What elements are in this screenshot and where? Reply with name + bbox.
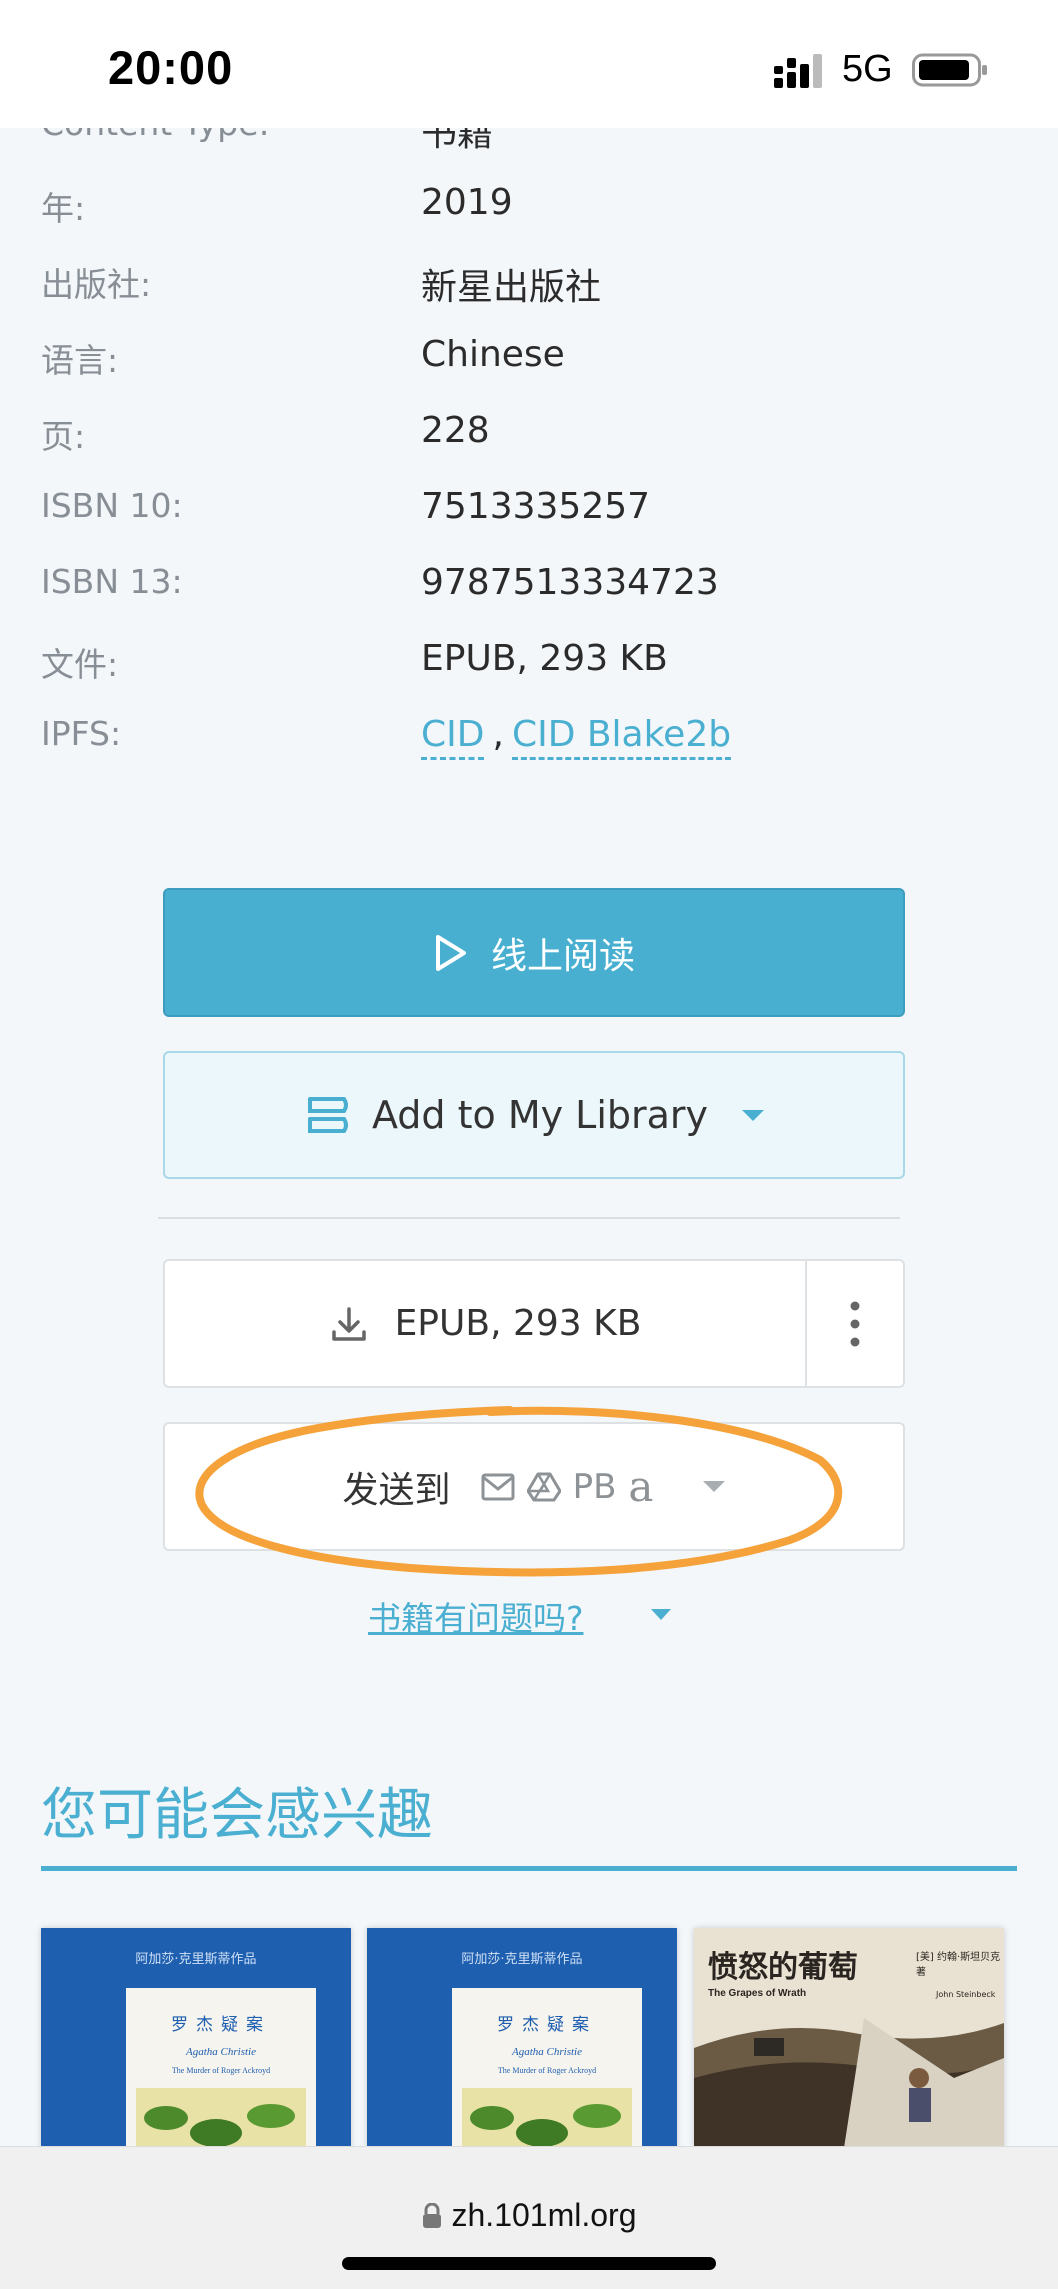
book-author: Agatha Christie <box>186 2046 256 2058</box>
detail-row-language: 语言: Chinese <box>0 334 1058 394</box>
book-subtitle: The Grapes of Wrath <box>708 1988 807 1999</box>
detail-label: ISBN 10: <box>41 486 183 525</box>
floral-pattern-image <box>136 2088 306 2148</box>
battery-icon <box>912 53 987 87</box>
book-author-en: John Steinbeck <box>936 1990 996 1999</box>
detail-row-year: 年: 2019 <box>0 182 1058 242</box>
detail-row-file: 文件: EPUB, 293 KB <box>0 638 1058 698</box>
url-display[interactable]: zh.101ml.org <box>0 2197 1058 2234</box>
detail-row-pages: 页: 228 <box>0 410 1058 470</box>
chevron-down-icon[interactable] <box>742 1109 765 1121</box>
book-author: [美] 约翰·斯坦贝克 著 <box>916 1952 1001 1978</box>
recommendations-title: 您可能会感兴趣 <box>41 1783 433 1848</box>
book-cover-panel: 罗杰疑案 Agatha Christie The Murder of Roger… <box>452 1988 642 2148</box>
book-cover-panel: 罗杰疑案 Agatha Christie The Murder of Roger… <box>126 1988 316 2148</box>
library-icon <box>307 1097 348 1133</box>
amazon-icon: a <box>628 1462 654 1511</box>
detail-label: 文件: <box>41 645 119 684</box>
detail-row-isbn13: ISBN 13: 9787513334723 <box>0 562 1058 622</box>
book-title: 罗杰疑案 <box>171 2015 271 2035</box>
chevron-down-icon[interactable] <box>651 1609 671 1620</box>
book-subtitle: The Murder of Roger Ackroyd <box>171 2066 271 2075</box>
more-options-button[interactable] <box>807 1261 903 1386</box>
ipfs-separator: , <box>492 714 504 755</box>
url-text: zh.101ml.org <box>451 2197 637 2233</box>
read-online-button[interactable]: 线上阅读 <box>163 888 905 1017</box>
add-to-library-label: Add to My Library <box>371 1093 709 1137</box>
email-icon <box>481 1473 515 1500</box>
browser-url-bar[interactable]: zh.101ml.org <box>0 2146 1058 2289</box>
play-icon <box>435 934 466 971</box>
detail-label: Content Type: <box>41 128 270 143</box>
detail-label: IPFS: <box>41 714 122 753</box>
divider <box>158 1217 900 1219</box>
download-label: EPUB, 293 KB <box>394 1303 642 1344</box>
book-title: 罗杰疑案 <box>497 2015 597 2035</box>
book-problem-link[interactable]: 书籍有问题吗? <box>368 1592 584 1640</box>
detail-label: 页: <box>41 417 86 456</box>
send-to-button[interactable]: 发送到 PB a <box>163 1422 905 1551</box>
send-to-label: 发送到 <box>342 1469 451 1511</box>
detail-row-publisher: 出版社: 新星出版社 <box>0 258 1058 318</box>
send-targets: PB a <box>481 1462 654 1511</box>
book-subtitle: The Murder of Roger Ackroyd <box>497 2066 597 2075</box>
detail-row-ipfs: IPFS: CID, CID Blake2b <box>0 714 1058 774</box>
ipfs-cid-blake2b-link[interactable]: CID Blake2b <box>511 714 732 760</box>
detail-row-isbn10: ISBN 10: 7513335257 <box>0 486 1058 546</box>
download-button-group: EPUB, 293 KB <box>163 1259 905 1388</box>
detail-value: 228 <box>421 410 490 451</box>
google-drive-icon <box>526 1472 561 1501</box>
book-cover[interactable]: 阿加莎·克里斯蒂作品 罗杰疑案 Agatha Christie The Murd… <box>367 1928 677 2148</box>
status-bar: 20:00 5G <box>0 0 1058 128</box>
detail-value: 2019 <box>421 182 513 223</box>
detail-value: EPUB, 293 KB <box>421 638 668 679</box>
status-time: 20:00 <box>108 41 234 94</box>
detail-label: ISBN 13: <box>41 562 183 601</box>
detail-value: 书籍 <box>421 128 494 150</box>
signal-icon <box>774 54 822 88</box>
book-series: 阿加莎·克里斯蒂作品 <box>461 1952 583 1967</box>
detail-label: 语言: <box>41 341 119 380</box>
home-indicator[interactable] <box>342 2257 716 2270</box>
book-cover[interactable]: 愤怒的葡萄 The Grapes of Wrath [美] 约翰·斯坦贝克 著 … <box>694 1928 1004 2148</box>
book-cover[interactable]: 阿加莎·克里斯蒂作品 罗杰疑案 Agatha Christie The Murd… <box>41 1928 351 2148</box>
download-icon <box>331 1306 366 1341</box>
detail-label: 年: <box>41 189 86 228</box>
book-author: Agatha Christie <box>512 2046 582 2058</box>
detail-label: 出版社: <box>41 265 152 304</box>
detail-value: 7513335257 <box>421 486 651 527</box>
more-vertical-icon <box>850 1301 860 1346</box>
lock-icon <box>422 2203 441 2228</box>
detail-value: 新星出版社 <box>421 267 602 308</box>
section-divider <box>41 1866 1017 1871</box>
detail-value: Chinese <box>421 334 565 375</box>
download-button[interactable]: EPUB, 293 KB <box>165 1261 807 1386</box>
add-to-library-button[interactable]: Add to My Library <box>163 1051 905 1179</box>
ipfs-cid-link[interactable]: CID <box>421 714 485 760</box>
chevron-down-icon[interactable] <box>703 1481 726 1492</box>
read-online-label: 线上阅读 <box>490 935 635 977</box>
floral-pattern-image <box>462 2088 632 2148</box>
network-type: 5G <box>842 48 893 90</box>
pocketbook-icon: PB <box>572 1466 617 1507</box>
detail-value: 9787513334723 <box>421 562 719 603</box>
book-title: 愤怒的葡萄 <box>708 1950 858 1985</box>
ipfs-links: CID, CID Blake2b <box>421 714 732 760</box>
clipped-row: Content Type: 书籍 <box>0 128 1058 150</box>
book-series: 阿加莎·克里斯蒂作品 <box>135 1952 257 1967</box>
